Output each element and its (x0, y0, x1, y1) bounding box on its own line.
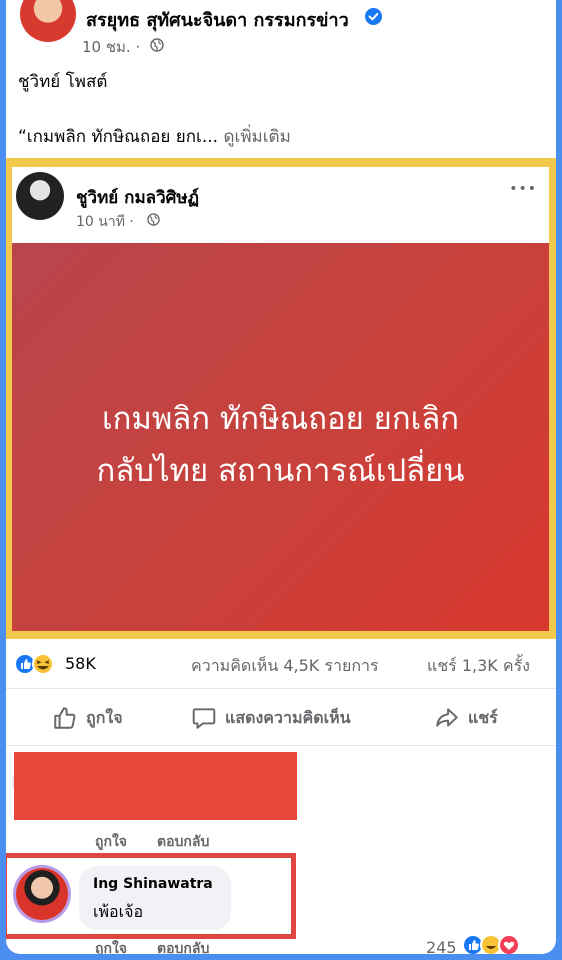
separator-dot: · (135, 38, 141, 56)
comment-label: แสดงความคิดเห็น (225, 707, 351, 727)
headline-line: กลับไทย สถานการณ์เปลี่ยน (96, 453, 465, 489)
comment-reply-link[interactable]: ตอบกลับ (157, 831, 209, 853)
separator-dot: · (129, 214, 134, 230)
comment-count[interactable]: ความคิดเห็น 4,5K รายการ (191, 654, 379, 679)
outer-post-time[interactable]: 10 ชม. (82, 38, 131, 56)
post-image[interactable]: เกมพลิก ทักษิณถอย ยกเลิก กลับไทย สถานการ… (12, 243, 549, 631)
comment-button[interactable]: แสดงความคิดเห็น (191, 703, 351, 733)
verified-icon (365, 8, 382, 25)
comment-reply-link[interactable]: ตอบกลับ (157, 938, 209, 954)
divider (6, 688, 556, 689)
see-more-link[interactable]: ดูเพิ่มเติม (223, 127, 290, 147)
shared-post[interactable]: ชูวิทย์ กมลวิศิษฏ์ 10 นาที · ••• เกมพลิก… (12, 167, 549, 631)
comment-icon (191, 705, 217, 731)
inner-post-meta: 10 นาที · (76, 211, 134, 233)
share-icon (434, 705, 460, 731)
share-count[interactable]: แชร์ 1,3K ครั้ง (427, 654, 530, 679)
like-button[interactable]: ถูกใจ (52, 703, 123, 733)
comment-reaction-count[interactable]: 245 (426, 938, 457, 954)
headline-line: เกมพลิก ทักษิณถอย ยกเลิก (102, 401, 459, 437)
globe-icon (150, 38, 164, 52)
share-label: แชร์ (468, 707, 498, 727)
comment-like-link[interactable]: ถูกใจ (95, 831, 127, 853)
redacted-comment (14, 752, 297, 820)
globe-icon (147, 213, 160, 226)
share-button[interactable]: แชร์ (434, 703, 498, 733)
post-image-headline: เกมพลิก ทักษิณถอย ยกเลิก กลับไทย สถานการ… (12, 393, 549, 497)
reaction-count[interactable]: 58K (65, 654, 96, 673)
comment-reaction-icons[interactable] (462, 933, 528, 954)
inner-post-time[interactable]: 10 นาที (76, 214, 125, 230)
outer-post-text-line2: “เกมพลิก ทักษิณถอย ยกเ... ดูเพิ่มเติม (18, 123, 291, 150)
highlight-annotation-box (6, 853, 296, 939)
outer-author-avatar[interactable] (20, 0, 76, 42)
outer-post-excerpt: “เกมพลิก ทักษิณถอย ยกเ... (18, 127, 219, 147)
comment-like-link[interactable]: ถูกใจ (95, 938, 127, 954)
inner-author-name[interactable]: ชูวิทย์ กมลวิศิษฏ์ (76, 184, 199, 211)
more-options-button[interactable]: ••• (509, 181, 537, 197)
outer-post-text-line1: ชูวิทย์ โพสต์ (18, 72, 108, 92)
inner-author-avatar[interactable] (16, 172, 64, 220)
divider (6, 745, 556, 746)
post-card: สรยุทธ สุทัศนะจินดา กรรมกรข่าว 10 ชม. · … (6, 0, 556, 954)
reaction-icons[interactable] (14, 652, 64, 676)
like-label: ถูกใจ (86, 707, 123, 727)
outer-author-name[interactable]: สรยุทธ สุทัศนะจินดา กรรมกรข่าว (86, 5, 349, 34)
outer-post-meta: 10 ชม. · (82, 35, 140, 59)
like-icon (52, 705, 78, 731)
